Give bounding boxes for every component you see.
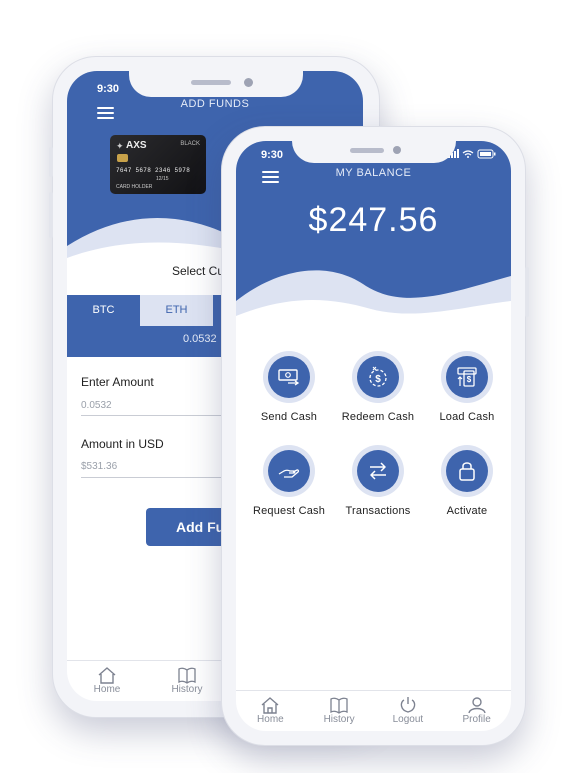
load-cash-button[interactable]: $ Load Cash — [423, 351, 511, 423]
activate-label: Activate — [446, 505, 488, 517]
speaker — [350, 148, 384, 153]
signal-wifi-battery-icon — [448, 149, 498, 162]
nav-history-label: History — [171, 684, 203, 695]
transactions-button[interactable]: Transactions — [334, 445, 422, 517]
select-currency-label: Select Cu — [172, 264, 225, 278]
book-icon — [178, 667, 196, 684]
bottom-nav: Home History Logout Profile — [236, 690, 511, 731]
card-brand: AXS — [126, 140, 147, 151]
camera — [244, 78, 253, 87]
exchange-arrows-icon — [370, 462, 386, 480]
nav-history[interactable]: History — [305, 691, 374, 731]
notch — [129, 71, 303, 97]
nav-history[interactable]: History — [147, 661, 227, 701]
amount-usd-input[interactable]: $531.36 — [81, 461, 117, 472]
bottom-nav: Home History — [67, 660, 227, 701]
card-chip-icon — [117, 154, 128, 162]
front-screen: 9:30 MY BALANCE $247.56 Send Cash $ Rede… — [236, 141, 511, 731]
side-button — [49, 147, 53, 177]
send-cash-button[interactable]: Send Cash — [245, 351, 333, 423]
svg-text:$: $ — [375, 374, 381, 385]
notch — [292, 141, 456, 163]
page-title: MY BALANCE — [335, 167, 412, 179]
status-time: 9:30 — [97, 83, 120, 95]
user-icon — [467, 697, 486, 714]
status-time: 9:30 — [261, 149, 284, 161]
currency-tabs: BTC ETH — [67, 295, 213, 326]
tab-btc[interactable]: BTC — [67, 295, 140, 326]
balance-amount: $247.56 — [308, 201, 439, 239]
nav-home-label: Home — [93, 684, 121, 695]
nav-logout[interactable]: Logout — [374, 691, 443, 731]
request-cash-button[interactable]: Request Cash — [245, 445, 333, 517]
book-icon — [330, 697, 348, 714]
front-phone: 9:30 MY BALANCE $247.56 Send Cash $ Rede… — [221, 126, 529, 746]
svg-text:$: $ — [467, 375, 472, 384]
home-icon — [98, 667, 116, 684]
activate-button[interactable]: Activate — [423, 445, 511, 517]
cash-send-icon — [278, 369, 300, 386]
nav-history-label: History — [323, 714, 355, 725]
request-cash-label: Request Cash — [252, 505, 326, 517]
nav-logout-label: Logout — [392, 714, 424, 725]
side-button — [49, 192, 53, 238]
crypto-value: 0.0532 — [183, 333, 217, 345]
atm-icon: $ — [457, 367, 477, 387]
header-wave — [236, 270, 511, 326]
credit-card[interactable]: AXS ✦ BLACK 7647 5678 2346 5978 12/15 CA… — [110, 135, 206, 194]
menu-icon[interactable] — [262, 171, 279, 184]
nav-home-label: Home — [257, 714, 284, 725]
camera — [393, 146, 401, 154]
page-title: ADD FUNDS — [180, 98, 250, 110]
tab-eth[interactable]: ETH — [140, 295, 213, 326]
redeem-cash-button[interactable]: $ Redeem Cash — [334, 351, 422, 423]
enter-amount-label: Enter Amount — [81, 375, 154, 389]
nav-home[interactable]: Home — [67, 661, 147, 701]
redeem-icon: $ — [369, 366, 387, 387]
nav-profile[interactable]: Profile — [442, 691, 511, 731]
enter-amount-input[interactable]: 0.0532 — [81, 400, 112, 411]
card-logo-icon: ✦ — [116, 141, 124, 151]
power-icon — [400, 697, 416, 713]
send-cash-label: Send Cash — [260, 411, 318, 423]
transactions-label: Transactions — [345, 505, 411, 517]
card-tier: BLACK — [180, 141, 200, 147]
home-icon — [261, 697, 279, 714]
card-holder: CARD HOLDER — [116, 184, 153, 190]
card-expiry: 12/15 — [156, 176, 169, 182]
nav-home[interactable]: Home — [236, 691, 305, 731]
card-number: 7647 5678 2346 5978 — [116, 167, 191, 174]
hand-icon — [278, 469, 300, 478]
nav-profile-label: Profile — [462, 714, 491, 725]
lock-icon — [459, 462, 475, 481]
load-cash-label: Load Cash — [439, 411, 495, 423]
amount-usd-label: Amount in USD — [81, 437, 164, 451]
side-button — [525, 267, 529, 317]
speaker — [191, 80, 231, 85]
menu-icon[interactable] — [97, 107, 114, 120]
redeem-cash-label: Redeem Cash — [341, 411, 415, 423]
